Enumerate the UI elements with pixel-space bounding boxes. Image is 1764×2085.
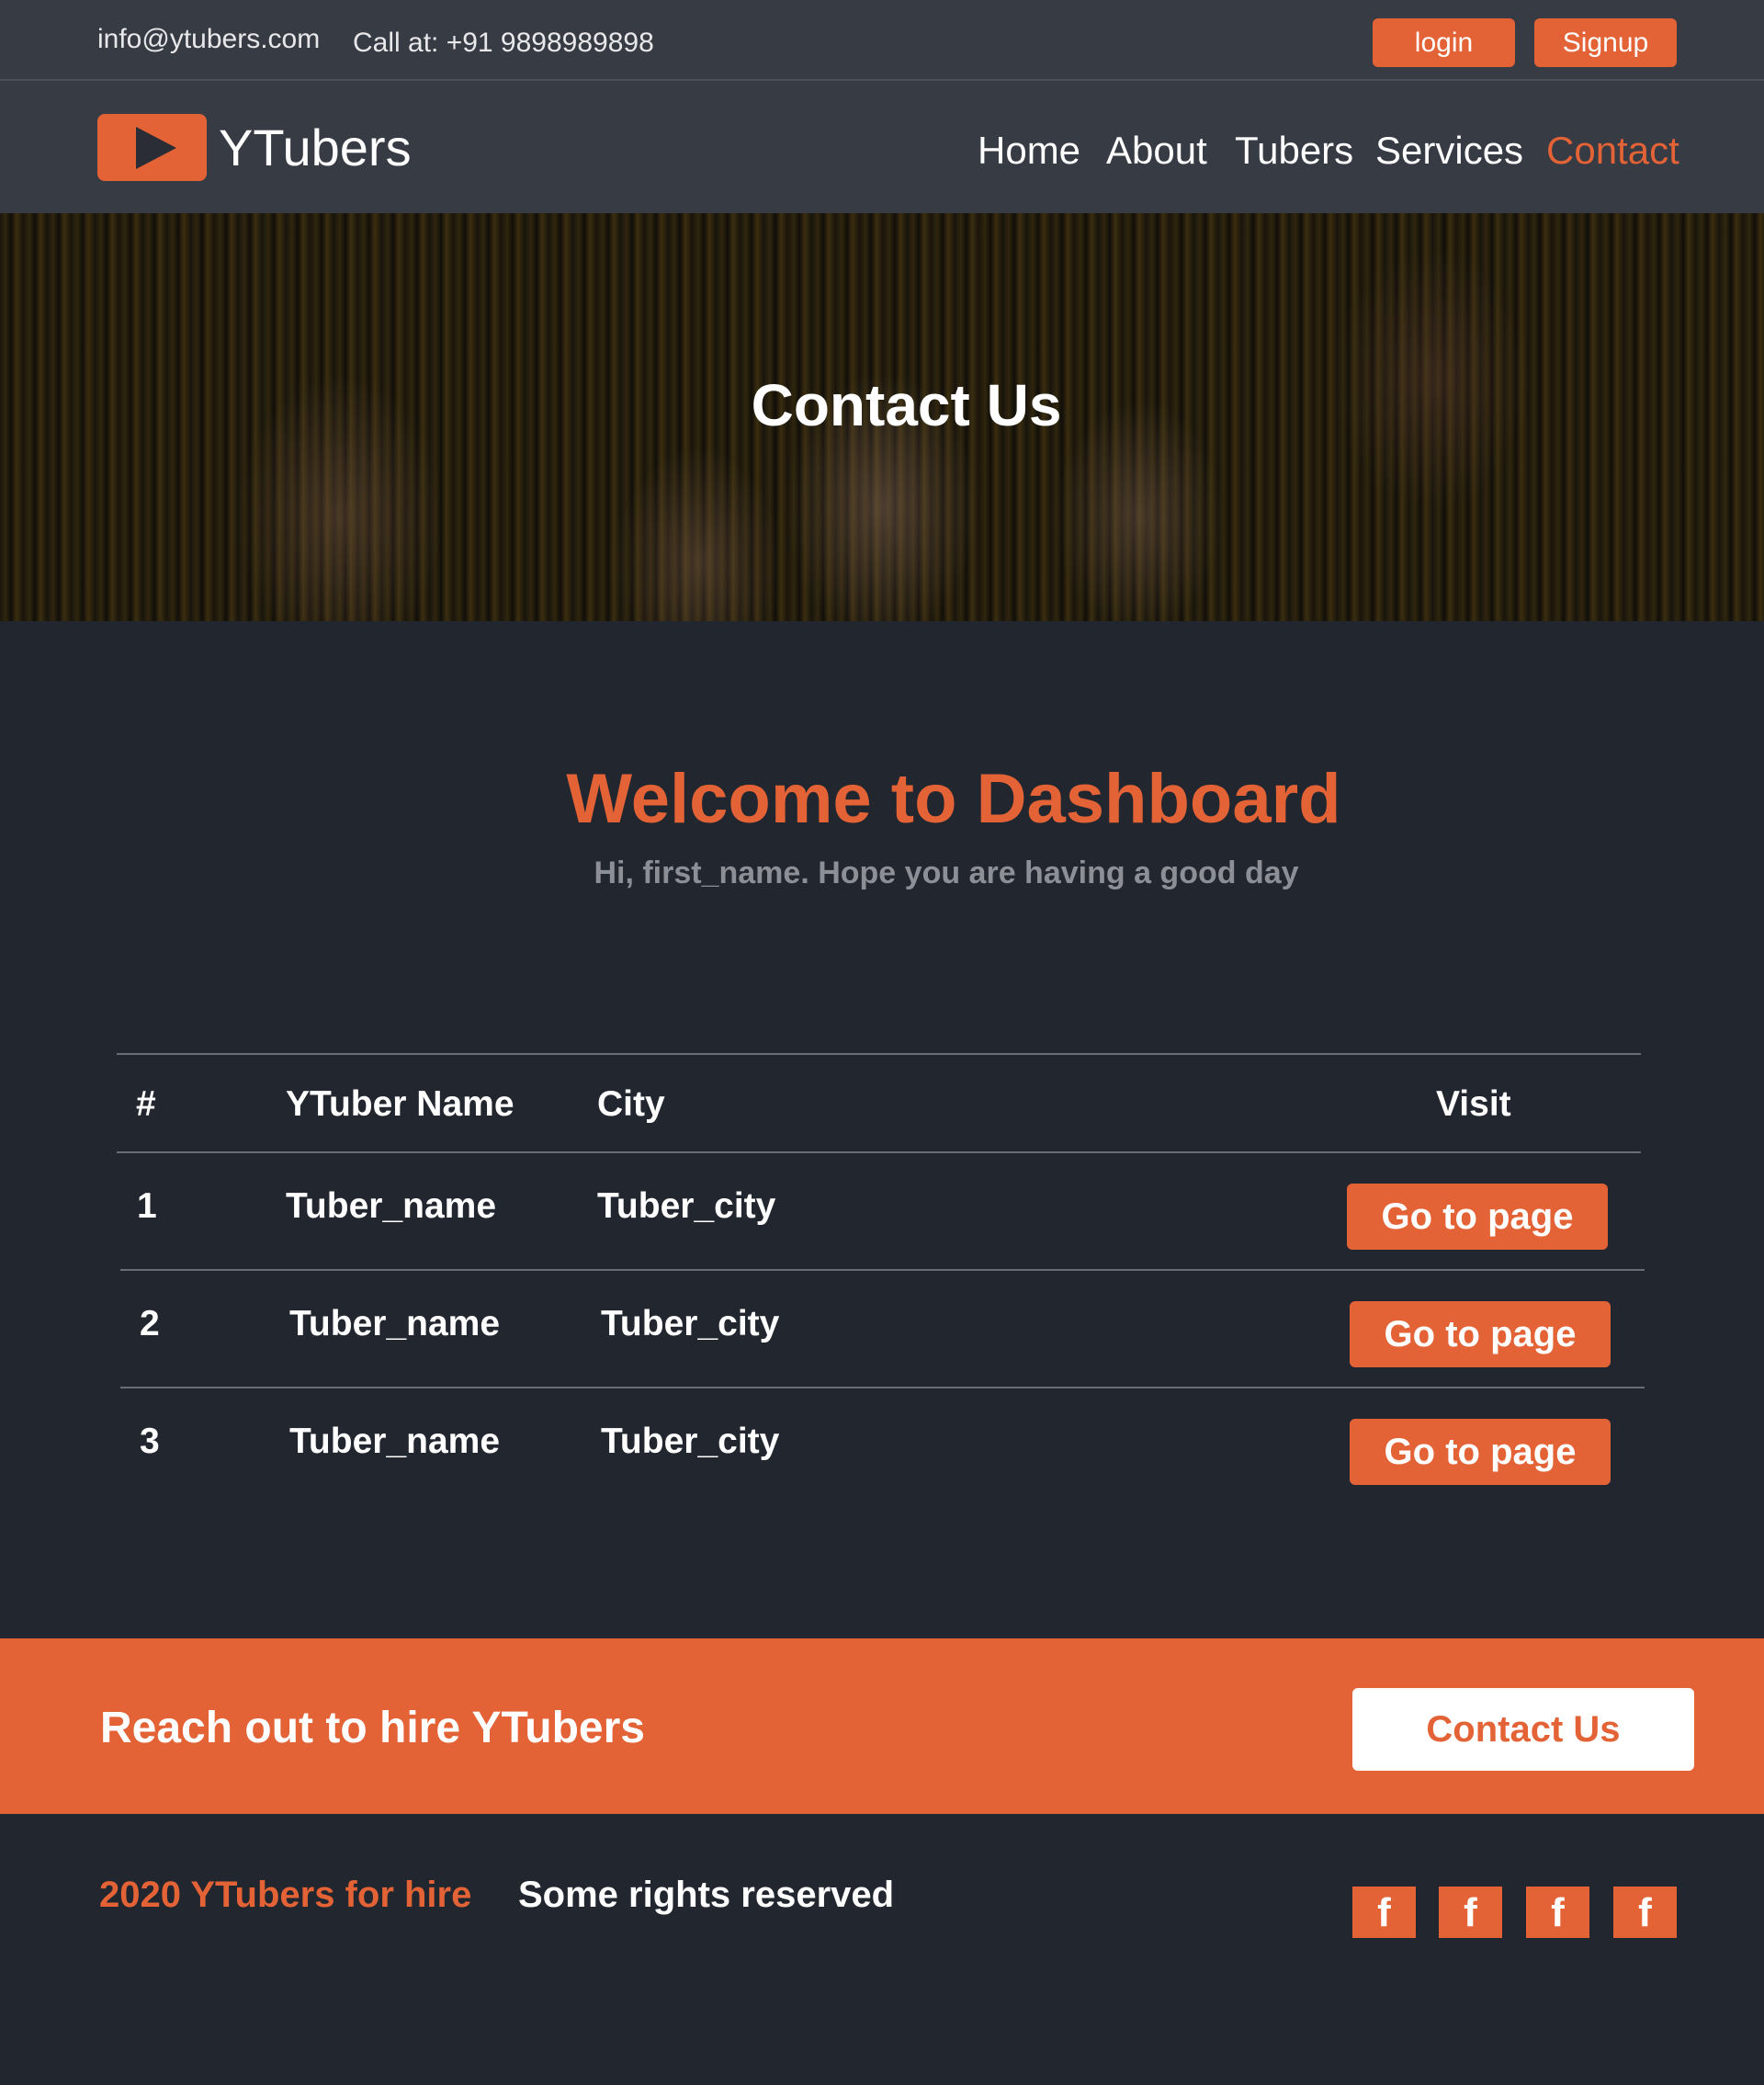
row-tuber-name: Tuber_name [289, 1422, 501, 1461]
table-header-visit: Visit [1436, 1084, 1511, 1124]
nav-contact[interactable]: Contact [1546, 129, 1679, 173]
nav-tubers[interactable]: Tubers [1235, 129, 1353, 173]
table-divider [120, 1269, 1645, 1271]
go-to-page-button[interactable]: Go to page [1350, 1419, 1611, 1485]
facebook-icon[interactable]: f [1352, 1887, 1416, 1938]
row-tuber-name: Tuber_name [286, 1186, 497, 1226]
hire-cta-band: Reach out to hire YTubers Contact Us [0, 1638, 1764, 1814]
row-number: 3 [140, 1422, 160, 1461]
hero-title: Contact Us [751, 372, 1062, 438]
table-divider [117, 1053, 1641, 1055]
contact-email[interactable]: info@ytubers.com [97, 24, 320, 55]
table-divider [117, 1151, 1641, 1153]
dashboard-title: Welcome to Dashboard [566, 760, 1341, 838]
footer-rights: Some rights reserved [518, 1875, 895, 1915]
hero-banner: Contact Us [0, 213, 1764, 621]
row-tuber-city: Tuber_city [601, 1422, 780, 1461]
table-header-name: YTuber Name [286, 1084, 514, 1124]
contact-phone: Call at: +91 9898989898 [353, 28, 654, 58]
login-button[interactable]: login [1373, 18, 1515, 67]
row-tuber-city: Tuber_city [601, 1304, 780, 1343]
brand-name[interactable]: YTubers [219, 118, 412, 177]
table-header-number: # [136, 1084, 156, 1124]
nav-about[interactable]: About [1106, 129, 1207, 173]
nav-home[interactable]: Home [978, 129, 1080, 173]
table-header-city: City [597, 1084, 665, 1124]
nav-services[interactable]: Services [1375, 129, 1523, 173]
dashboard-subtitle: Hi, first_name. Hope you are having a go… [594, 856, 1299, 890]
facebook-icon[interactable]: f [1613, 1887, 1677, 1938]
signup-button[interactable]: Signup [1534, 18, 1677, 67]
facebook-icon[interactable]: f [1439, 1887, 1502, 1938]
row-tuber-name: Tuber_name [289, 1304, 501, 1343]
go-to-page-button[interactable]: Go to page [1350, 1301, 1611, 1367]
table-divider [120, 1387, 1645, 1388]
main-navbar: YTubers Home About Tubers Services Conta… [0, 81, 1764, 213]
contact-us-button[interactable]: Contact Us [1352, 1688, 1694, 1771]
cta-text: Reach out to hire YTubers [100, 1704, 645, 1752]
row-tuber-city: Tuber_city [597, 1186, 776, 1226]
facebook-icon[interactable]: f [1526, 1887, 1589, 1938]
top-bar: info@ytubers.com Call at: +91 9898989898… [0, 0, 1764, 81]
footer-copyright: 2020 YTubers for hire [99, 1875, 472, 1915]
play-logo-icon[interactable] [97, 114, 207, 181]
row-number: 2 [140, 1304, 160, 1343]
go-to-page-button[interactable]: Go to page [1347, 1184, 1608, 1250]
row-number: 1 [137, 1186, 157, 1226]
